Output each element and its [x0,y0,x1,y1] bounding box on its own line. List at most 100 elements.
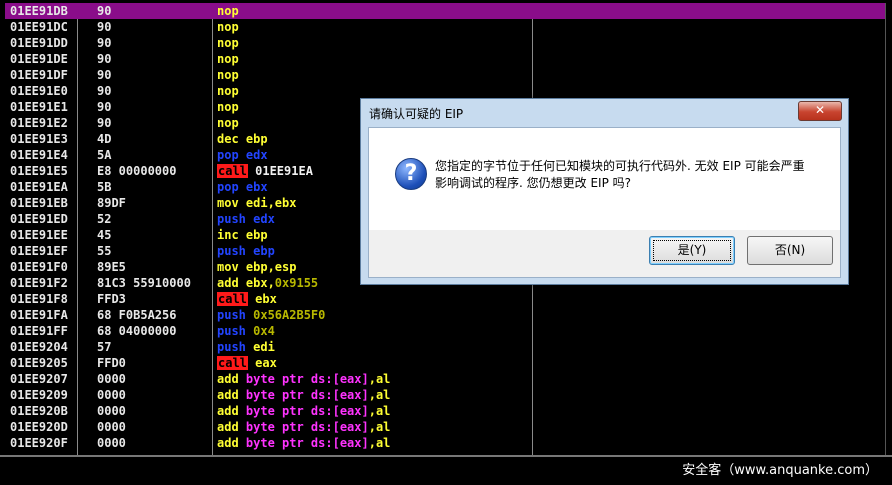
instruction-token: byte ptr ds:[eax] [245,372,369,386]
row-address: 01EE91EA [10,180,68,194]
instruction-token: nop [217,52,239,66]
instruction-token: 01EE91EA [247,164,313,178]
row-hex-bytes: FFD0 [97,356,126,370]
dialog-message-line: 影响调试的程序. 您仍想更改 EIP 吗? [435,176,631,190]
disassembly-row[interactable]: 01EE91E0 90 nop [5,83,885,99]
disassembly-row[interactable]: 01EE91DB 90 nop [5,3,885,19]
row-hex-bytes: 90 [97,52,112,66]
row-instruction: call 01EE91EA [217,163,313,179]
call-mnemonic: call [217,356,248,370]
row-instruction: mov edi,ebx [217,195,296,211]
row-hex-bytes: 55 [97,244,112,258]
instruction-token: mov edi,ebx [217,196,297,210]
close-button[interactable]: ✕ [798,101,842,121]
instruction-token: add [217,404,246,418]
instruction-token: byte ptr ds:[eax] [245,404,369,418]
disassembly-row[interactable]: 01EE91FA 68 F0B5A256 push 0x56A2B5F0 [5,307,885,323]
disassembly-row[interactable]: 01EE920F 0000 add byte ptr ds:[eax],al [5,435,885,451]
row-hex-bytes: 90 [97,100,112,114]
row-address: 01EE920D [10,420,68,434]
instruction-token: push [217,308,246,322]
dialog-titlebar[interactable]: 请确认可疑的 EIP ✕ [361,99,848,127]
instruction-token: ,al [368,436,391,450]
call-mnemonic: call [217,292,248,306]
instruction-token: eax [247,356,277,370]
row-instruction: nop [217,51,239,67]
row-hex-bytes: 68 04000000 [97,324,177,338]
disassembly-row[interactable]: 01EE9209 0000 add byte ptr ds:[eax],al [5,387,885,403]
row-hex-bytes: FFD3 [97,292,126,306]
row-address: 01EE91DF [10,68,68,82]
row-instruction: add ebx,0x9155 [217,275,318,291]
instruction-token: ,al [368,388,391,402]
instruction-token: nop [217,4,239,18]
instruction-token: byte ptr ds:[eax] [245,388,369,402]
row-address: 01EE9204 [10,340,68,354]
row-address: 01EE91E4 [10,148,68,162]
disassembly-row[interactable]: 01EE9205 FFD0 call eax [5,355,885,371]
row-address: 01EE9207 [10,372,68,386]
row-instruction: mov ebp,esp [217,259,296,275]
row-address: 01EE91DE [10,52,68,66]
row-address: 01EE91EB [10,196,68,210]
disassembly-row[interactable]: 01EE91F8 FFD3 call ebx [5,291,885,307]
row-instruction: push 0x4 [217,323,275,339]
instruction-token: byte ptr ds:[eax] [245,420,369,434]
instruction-token: nop [217,116,239,130]
row-hex-bytes: 52 [97,212,112,226]
watermark-text: 安全客（www.anquanke.com） [682,463,878,478]
row-instruction: nop [217,99,239,115]
row-hex-bytes: 57 [97,340,112,354]
instruction-token: add [217,372,246,386]
dialog-footer: 是(Y) 否(N) [368,230,841,278]
question-icon: ? [395,158,427,190]
disassembly-row[interactable]: 01EE91FF 68 04000000 push 0x4 [5,323,885,339]
instruction-token: dec ebp [217,132,268,146]
row-hex-bytes: 0000 [97,388,126,402]
row-instruction: push 0x56A2B5F0 [217,307,325,323]
instruction-token: byte ptr ds:[eax] [245,436,369,450]
disassembly-row[interactable]: 01EE91DC 90 nop [5,19,885,35]
row-hex-bytes: 4D [97,132,112,146]
disassembly-row[interactable]: 01EE9207 0000 add byte ptr ds:[eax],al [5,371,885,387]
row-instruction: pop ebx [217,179,268,195]
row-address: 01EE91F2 [10,276,68,290]
instruction-token: add [217,388,246,402]
row-hex-bytes: 81C3 55910000 [97,276,191,290]
row-hex-bytes: 5B [97,180,112,194]
disassembly-row[interactable]: 01EE920D 0000 add byte ptr ds:[eax],al [5,419,885,435]
row-hex-bytes: 89E5 [97,260,126,274]
row-hex-bytes: 45 [97,228,112,242]
disassembly-row[interactable]: 01EE9204 57 push edi [5,339,885,355]
instruction-token: add ebx, [217,276,275,290]
row-instruction: push edi [217,339,275,355]
row-hex-bytes: 0000 [97,372,126,386]
row-address: 01EE91EE [10,228,68,242]
instruction-token: push [217,324,246,338]
dialog-message: 您指定的字节位于任何已知模块的可执行代码外. 无效 EIP 可能会严重 影响调试… [435,158,825,192]
instruction-token: 0x4 [245,324,275,338]
row-hex-bytes: 0000 [97,404,126,418]
instruction-token: push edx [217,212,275,226]
confirm-eip-dialog: 请确认可疑的 EIP ✕ ? 您指定的字节位于任何已知模块的可执行代码外. 无效… [360,98,849,285]
disassembly-row[interactable]: 01EE91DF 90 nop [5,67,885,83]
row-hex-bytes: 90 [97,84,112,98]
dialog-message-line: 您指定的字节位于任何已知模块的可执行代码外. 无效 EIP 可能会严重 [435,159,805,173]
instruction-token: 0x56A2B5F0 [245,308,326,322]
disassembly-row[interactable]: 01EE91DD 90 nop [5,35,885,51]
row-address: 01EE920F [10,436,68,450]
row-hex-bytes: 90 [97,36,112,50]
yes-button[interactable]: 是(Y) [649,236,735,265]
disassembly-row[interactable]: 01EE91DE 90 nop [5,51,885,67]
row-address: 01EE9205 [10,356,68,370]
disassembly-row[interactable]: 01EE920B 0000 add byte ptr ds:[eax],al [5,403,885,419]
row-hex-bytes: E8 00000000 [97,164,177,178]
row-instruction: add byte ptr ds:[eax],al [217,403,390,419]
row-instruction: nop [217,35,239,51]
no-button[interactable]: 否(N) [747,236,833,265]
instruction-token: nop [217,20,239,34]
row-instruction: call eax [217,355,277,371]
row-hex-bytes: 68 F0B5A256 [97,308,177,322]
row-hex-bytes: 0000 [97,420,126,434]
row-hex-bytes: 5A [97,148,112,162]
